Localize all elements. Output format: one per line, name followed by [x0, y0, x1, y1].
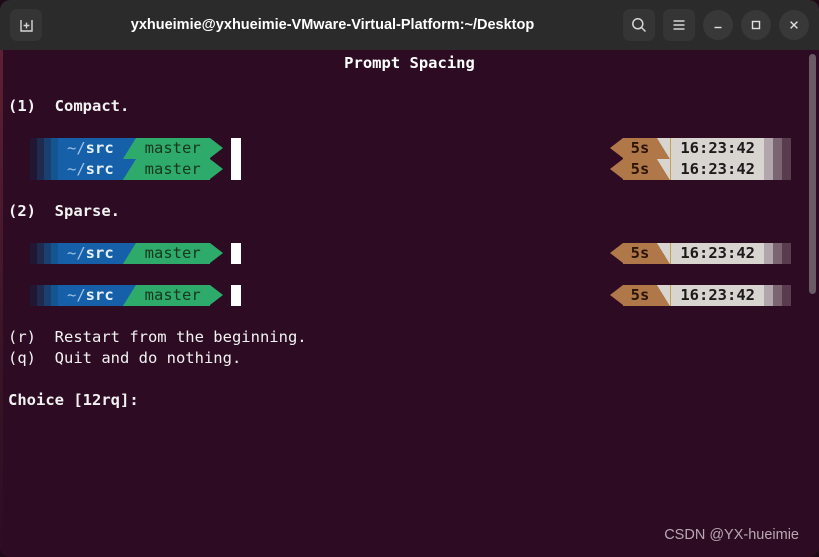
- terminal-scrollbar[interactable]: [809, 54, 816, 552]
- separator-dir-to-git: [122, 243, 136, 264]
- option-restart-label: (r) Restart from the beginning.: [8, 328, 307, 346]
- title-bar-right-controls: [623, 9, 809, 41]
- separator-dir-to-git: [122, 138, 136, 159]
- duration-segment-arrow-icon: [609, 285, 623, 305]
- segment-duration: 5s: [622, 243, 658, 264]
- git-segment-arrow-icon: [209, 243, 223, 263]
- left-fade-in: [30, 159, 58, 180]
- directory-name: src: [85, 160, 114, 178]
- choice-prompt: Choice [12rq]:: [8, 391, 139, 409]
- segment-time: 16:23:42: [671, 285, 764, 306]
- git-segment-arrow-icon: [209, 159, 223, 179]
- terminal-window: yxhueimie@yxhueimie-VMware-Virtual-Platf…: [0, 0, 819, 557]
- compact-row-1: ~/src master 5s 16:23:42: [0, 138, 819, 159]
- duration-segment-arrow-icon: [609, 159, 623, 179]
- directory-prefix: ~/: [67, 244, 86, 262]
- left-fade-in: [30, 243, 58, 264]
- directory-name: src: [85, 286, 114, 304]
- title-bar: yxhueimie@yxhueimie-VMware-Virtual-Platf…: [0, 0, 819, 50]
- separator-duration-to-time: [657, 159, 671, 180]
- new-tab-button[interactable]: [10, 9, 42, 41]
- duration-segment-arrow-icon: [609, 138, 623, 158]
- prompt-right-segments: 5s 16:23:42: [609, 285, 791, 306]
- prompt-left-segments: ~/src master: [30, 285, 241, 306]
- directory-name: src: [85, 139, 114, 157]
- cursor-block: [230, 285, 241, 306]
- git-segment-arrow-icon: [209, 138, 223, 158]
- prompt-spacing-heading: Prompt Spacing: [344, 54, 475, 72]
- segment-duration: 5s: [622, 159, 658, 180]
- menu-button[interactable]: [663, 9, 695, 41]
- prompt-right-segments: 5s 16:23:42: [609, 159, 791, 180]
- right-fade-out: [764, 159, 791, 180]
- segment-git-branch: master: [135, 243, 210, 264]
- segment-git-branch: master: [135, 138, 210, 159]
- close-icon: [787, 18, 801, 32]
- segment-directory: ~/src: [58, 243, 123, 264]
- terminal-body[interactable]: Prompt Spacing (1) Compact. ~/src master: [0, 50, 819, 557]
- segment-time: 16:23:42: [671, 138, 764, 159]
- segment-git-branch: master: [135, 159, 210, 180]
- search-button[interactable]: [623, 9, 655, 41]
- separator-duration-to-time: [657, 285, 671, 306]
- segment-directory: ~/src: [58, 159, 123, 180]
- prompt-right-segments: 5s 16:23:42: [609, 138, 791, 159]
- prompt-left-segments: ~/src master: [30, 138, 241, 159]
- prompt-left-segments: ~/src master: [30, 243, 241, 264]
- prompt-right-segments: 5s 16:23:42: [609, 243, 791, 264]
- cursor-block: [230, 138, 241, 159]
- directory-prefix: ~/: [67, 139, 86, 157]
- option-quit-label: (q) Quit and do nothing.: [8, 349, 242, 367]
- hamburger-menu-icon: [670, 16, 688, 34]
- right-fade-out: [764, 243, 791, 264]
- option-compact-label: (1) Compact.: [8, 97, 130, 115]
- separator-dir-to-git: [122, 159, 136, 180]
- git-segment-arrow-icon: [209, 285, 223, 305]
- directory-prefix: ~/: [67, 160, 86, 178]
- maximize-icon: [749, 18, 763, 32]
- minimize-button[interactable]: [703, 10, 733, 40]
- segment-duration: 5s: [622, 285, 658, 306]
- minimize-icon: [711, 18, 725, 32]
- segment-time: 16:23:42: [671, 159, 764, 180]
- segment-git-branch: master: [135, 285, 210, 306]
- left-fade-in: [30, 138, 58, 159]
- title-bar-left-controls: [10, 9, 42, 41]
- window-title: yxhueimie@yxhueimie-VMware-Virtual-Platf…: [130, 17, 535, 33]
- segment-directory: ~/src: [58, 285, 123, 306]
- close-button[interactable]: [779, 10, 809, 40]
- cursor-block: [230, 159, 241, 180]
- segment-time: 16:23:42: [671, 243, 764, 264]
- sparse-row-2: ~/src master 5s 16:23:42: [0, 285, 819, 306]
- sparse-row-1: ~/src master 5s 16:23:42: [0, 243, 819, 264]
- left-fade-in: [30, 285, 58, 306]
- new-tab-icon: [18, 17, 35, 34]
- watermark: CSDN @YX-hueimie: [664, 527, 799, 543]
- segment-directory: ~/src: [58, 138, 123, 159]
- cursor-block: [230, 243, 241, 264]
- directory-name: src: [85, 244, 114, 262]
- directory-prefix: ~/: [67, 286, 86, 304]
- prompt-left-segments: ~/src master: [30, 159, 241, 180]
- compact-row-2: ~/src master 5s 16:23:42: [0, 159, 819, 180]
- separator-dir-to-git: [122, 285, 136, 306]
- duration-segment-arrow-icon: [609, 243, 623, 263]
- option-sparse-label: (2) Sparse.: [8, 202, 120, 220]
- separator-duration-to-time: [657, 138, 671, 159]
- separator-duration-to-time: [657, 243, 671, 264]
- right-fade-out: [764, 285, 791, 306]
- right-fade-out: [764, 138, 791, 159]
- maximize-button[interactable]: [741, 10, 771, 40]
- search-icon: [630, 16, 648, 34]
- segment-duration: 5s: [622, 138, 658, 159]
- scrollbar-thumb[interactable]: [809, 54, 816, 294]
